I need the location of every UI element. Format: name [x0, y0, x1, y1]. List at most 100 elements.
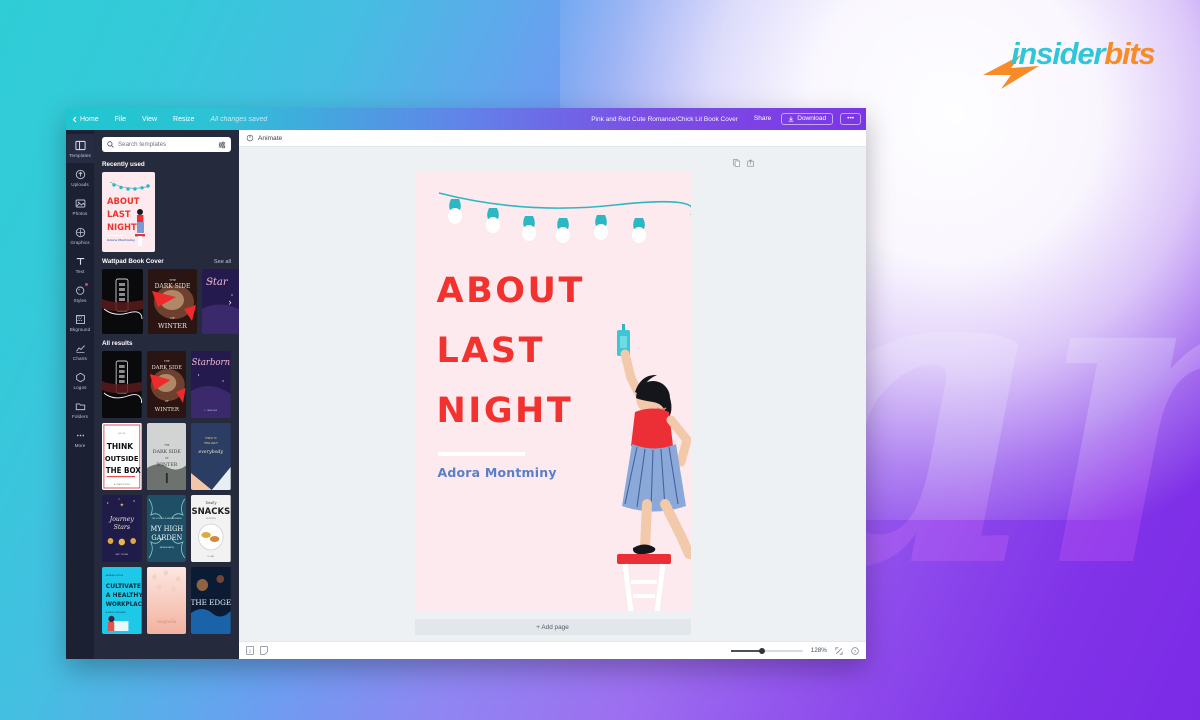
download-icon: [789, 116, 794, 122]
svg-text:Totally: Totally: [206, 501, 217, 505]
search-input[interactable]: [118, 141, 214, 148]
sidebar-item-more[interactable]: More: [66, 424, 94, 453]
sidebar-label-templates: Templates: [69, 153, 91, 158]
svg-text:THE: THE: [164, 444, 169, 447]
svg-text:Starborn: Starborn: [192, 358, 231, 368]
sidebar-label-more: More: [74, 443, 86, 448]
sidebar-label-text: Text: [75, 269, 85, 274]
duplicate-page-icon[interactable]: [733, 159, 740, 167]
sidebar-item-photos[interactable]: Photos: [66, 192, 94, 221]
template-starborn-2[interactable]: Starborn L. CAMILLIERI: [191, 351, 231, 418]
page-action-icons: [733, 159, 754, 167]
svg-text:THE: THE: [164, 360, 170, 363]
svg-text:THINK ABOUT: THINK ABOUT: [204, 442, 219, 445]
editor-toolbar: Animate: [239, 130, 866, 147]
template-dark-side-of-winter[interactable]: THE DARK SIDE OF WINTER: [148, 269, 197, 334]
sidebar-item-graphics[interactable]: Graphics: [66, 221, 94, 250]
see-all-link[interactable]: See all: [214, 259, 231, 265]
sidebar-label-charts: Charts: [72, 356, 88, 361]
canva-app-window: Home File View Resize All changes saved …: [66, 108, 866, 659]
sidebar-item-background[interactable]: Bkground: [66, 308, 94, 337]
svg-text:ANDREA MARTIN: ANDREA MARTIN: [159, 546, 174, 549]
filter-icon[interactable]: [218, 141, 226, 149]
think-outside-the-box-cover: SPECIAL THINK OUTSIDE THE BOX A CREATIVE…: [102, 423, 142, 490]
help-icon[interactable]: ?: [851, 646, 859, 655]
svg-text:LAST: LAST: [107, 209, 131, 219]
template-journey-to-the-stars[interactable]: ✦ Journey Stars MATT THOMAS: [102, 495, 142, 562]
sidebar-item-charts[interactable]: Charts: [66, 337, 94, 366]
sidebar-label-graphics: Graphics: [70, 240, 90, 245]
view-menu[interactable]: View: [142, 116, 157, 123]
template-dark-side-of-winter-2[interactable]: THE DARK SIDE OF WINTER: [146, 351, 187, 418]
svg-text:A HEALTHY: A HEALTHY: [106, 592, 142, 599]
cover-divider-rule: [437, 452, 525, 456]
export-page-icon[interactable]: [747, 159, 754, 167]
app-top-bar: Home File View Resize All changes saved …: [66, 108, 866, 130]
design-canvas-page[interactable]: ABOUT LAST NIGHT Adora Montminy: [414, 171, 691, 611]
fullscreen-icon[interactable]: [835, 646, 843, 655]
my-high-garden-cover: THE STORY OF A NEW BEGINNING MY HIGH GAR…: [146, 495, 187, 562]
share-button[interactable]: Share: [751, 114, 774, 125]
dark-side-of-winter-cover: THE DARK SIDE OF WINTER: [148, 269, 197, 334]
sidebar-item-uploads[interactable]: Uploads: [66, 163, 94, 192]
template-cultivate-healthy-workplace[interactable]: ANDREAS SOLUTION CULTIVATE A HEALTHY WOR…: [102, 567, 142, 634]
svg-text:THE BOX: THE BOX: [106, 466, 141, 475]
editor-area: Animate ABOUT LAST NIGHT Adora Montminy …: [239, 130, 866, 659]
panel-collapse-handle[interactable]: ‹: [238, 398, 239, 432]
editor-status-bar: 1 128% ?: [239, 641, 866, 659]
templates-icon: [74, 140, 86, 151]
recently-used-thumbnail[interactable]: ABOUT LAST NIGHT Adora Montminy: [102, 172, 155, 252]
svg-text:magnolia: magnolia: [157, 620, 177, 625]
svg-text:L. CAMILLIERI: L. CAMILLIERI: [205, 409, 218, 412]
notes-icon[interactable]: [260, 646, 268, 655]
everybody-navy-cover: THINGS TO THINK ABOUT everybody: [191, 423, 231, 490]
recently-used-label: Recently used: [102, 161, 145, 168]
resize-button[interactable]: Resize: [173, 116, 194, 123]
template-thermometer-dark-2[interactable]: [102, 351, 142, 418]
svg-text:OF: OF: [170, 316, 175, 320]
zoom-slider[interactable]: [730, 647, 803, 654]
sidebar-item-folders[interactable]: Folders: [66, 395, 94, 424]
template-dark-side-winter-grey[interactable]: THE DARK SIDE OF WINTER: [146, 423, 187, 490]
logo-wordmark: insiderbits: [1011, 36, 1156, 72]
template-the-edge[interactable]: THE EDGE: [191, 567, 231, 634]
logo-text-insider: insider: [1011, 36, 1105, 71]
template-thermometer-dark[interactable]: [102, 269, 143, 334]
logos-icon: [75, 372, 85, 383]
download-button[interactable]: Download: [781, 112, 834, 126]
add-page-button[interactable]: + Add page: [414, 619, 691, 635]
string-lights-graphic: [438, 192, 691, 243]
svg-text:DARK SIDE: DARK SIDE: [155, 283, 191, 290]
sidebar-label-uploads: Uploads: [71, 182, 89, 187]
svg-text:DARK SIDE: DARK SIDE: [151, 365, 182, 371]
template-everybody-navy[interactable]: THINGS TO THINK ABOUT everybody: [191, 423, 231, 490]
canvas-area: ABOUT LAST NIGHT Adora Montminy + Add pa…: [239, 147, 866, 641]
folder-icon: [75, 403, 85, 411]
file-menu[interactable]: File: [115, 116, 126, 123]
page-number-icon[interactable]: 1: [246, 646, 254, 655]
svg-text:1: 1: [249, 649, 252, 655]
carousel-next-arrow[interactable]: ›: [225, 297, 235, 307]
template-my-high-garden[interactable]: THE STORY OF A NEW BEGINNING MY HIGH GAR…: [146, 495, 187, 562]
template-snacks[interactable]: Totally SNACKS 50 RECIPES B. LANE: [191, 495, 231, 562]
recently-used-header: Recently used: [102, 161, 231, 168]
home-button[interactable]: Home: [72, 116, 99, 123]
logo-text-bits: bits: [1104, 36, 1156, 71]
sidebar-item-templates[interactable]: Templates: [66, 134, 94, 163]
svg-text:ANDREAS SOLUTION: ANDREAS SOLUTION: [106, 574, 124, 577]
sidebar-item-logos[interactable]: Logos: [66, 366, 94, 395]
status-bar-right: 128% ?: [730, 646, 859, 655]
search-bar[interactable]: [102, 137, 231, 152]
cover-title-line2: LAST: [436, 331, 545, 371]
sidebar-item-text[interactable]: Text: [66, 250, 94, 279]
animate-button[interactable]: Animate: [258, 135, 282, 142]
sidebar-item-styles[interactable]: Styles: [66, 279, 94, 308]
zoom-slider-knob[interactable]: [759, 647, 766, 654]
upload-icon: [75, 169, 85, 180]
woman-illustration: [616, 324, 691, 611]
chevron-left-icon: [72, 116, 77, 122]
styles-notification-badge: [84, 283, 88, 287]
template-think-outside-the-box[interactable]: SPECIAL THINK OUTSIDE THE BOX A CREATIVE…: [102, 423, 142, 490]
template-magnolia[interactable]: magnolia: [146, 567, 187, 634]
more-options-button[interactable]: •••: [840, 112, 861, 126]
